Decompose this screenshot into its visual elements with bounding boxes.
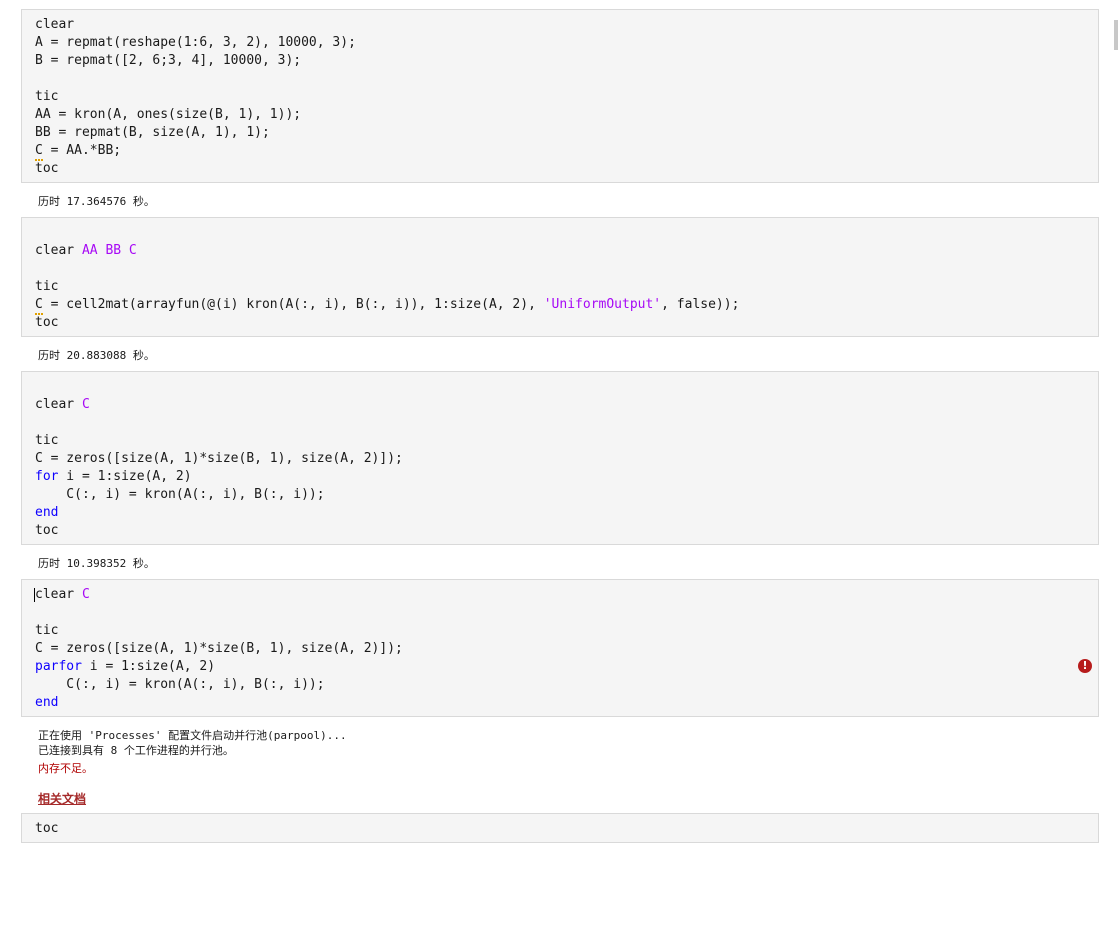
code-line: AA = kron(A, ones(size(B, 1), 1)); (35, 107, 302, 122)
command-args: C (81, 397, 90, 412)
command: clear (35, 397, 75, 412)
code-cell-1[interactable]: clear A = repmat(reshape(1:6, 3, 2), 100… (21, 9, 1099, 183)
code-line: toc (35, 161, 59, 176)
scrollbar[interactable] (1114, 20, 1118, 50)
code-line: toc (35, 523, 59, 538)
command-args: C (81, 587, 90, 602)
code-text: , false)); (661, 297, 740, 312)
keyword: for (35, 469, 59, 484)
command-args: AA BB C (81, 243, 137, 258)
code-cell-4[interactable]: clear C tic C = zeros([size(A, 1)*size(B… (21, 579, 1099, 717)
code-line: parfor i = 1:size(A, 2) (35, 658, 215, 676)
code-line: C(:, i) = kron(A(:, i), B(:, i)); (35, 487, 325, 502)
code-text: C = cell2mat(arrayfun(@(i) kron(A(:, i),… (35, 297, 544, 312)
code-line: tic (35, 89, 59, 104)
output-elapsed-time: 历时 17.364576 秒。 (38, 195, 155, 208)
code-line: A = repmat(reshape(1:6, 3, 2), 10000, 3)… (35, 35, 356, 50)
code-line: C = cell2mat(arrayfun(@(i) kron(A(:, i),… (35, 296, 739, 314)
code-line: C(:, i) = kron(A(:, i), B(:, i)); (35, 677, 325, 692)
code-line: tic (35, 279, 59, 294)
code-line: clear C (35, 396, 90, 414)
code-line: end (35, 695, 59, 710)
code-line: for i = 1:size(A, 2) (35, 468, 192, 486)
output-parpool-connected: 已连接到具有 8 个工作进程的并行池。 (38, 744, 234, 757)
code-text: i = 1:size(A, 2) (81, 659, 216, 674)
code-cell-3[interactable]: clear C tic C = zeros([size(A, 1)*size(B… (21, 371, 1099, 545)
code-line: tic (35, 433, 59, 448)
output-elapsed-time: 历时 20.883088 秒。 (38, 349, 155, 362)
error-icon[interactable]: ! (1078, 659, 1092, 673)
command: clear (35, 587, 75, 602)
code-line: C = zeros([size(A, 1)*size(B, 1), size(A… (35, 451, 403, 466)
code-text: i = 1:size(A, 2) (58, 469, 192, 484)
related-docs-link[interactable]: 相关文档 (38, 790, 86, 807)
command: clear (35, 243, 75, 258)
output-error-message: 内存不足。 (38, 762, 93, 775)
output-elapsed-time: 历时 10.398352 秒。 (38, 557, 155, 570)
keyword: parfor (35, 659, 82, 674)
code-cell-2[interactable]: clear AA BB C tic C = cell2mat(arrayfun(… (21, 217, 1099, 337)
code-line: C = zeros([size(A, 1)*size(B, 1), size(A… (35, 641, 403, 656)
code-line: C = AA.*BB; (35, 143, 122, 158)
output-parpool-start: 正在使用 'Processes' 配置文件启动并行池(parpool)... (38, 729, 347, 742)
code-line: BB = repmat(B, size(A, 1), 1); (35, 125, 270, 140)
code-cell-5[interactable]: toc (21, 813, 1099, 843)
code-line: B = repmat([2, 6;3, 4], 10000, 3); (35, 53, 302, 68)
code-line: toc (35, 821, 59, 836)
code-line: toc (35, 315, 59, 330)
code-line: clear C (35, 586, 90, 604)
code-line: clear (35, 17, 75, 32)
string-literal: 'UniformOutput' (543, 297, 662, 312)
code-line: tic (35, 623, 59, 638)
code-line: end (35, 505, 59, 520)
code-line: clear AA BB C (35, 242, 137, 260)
